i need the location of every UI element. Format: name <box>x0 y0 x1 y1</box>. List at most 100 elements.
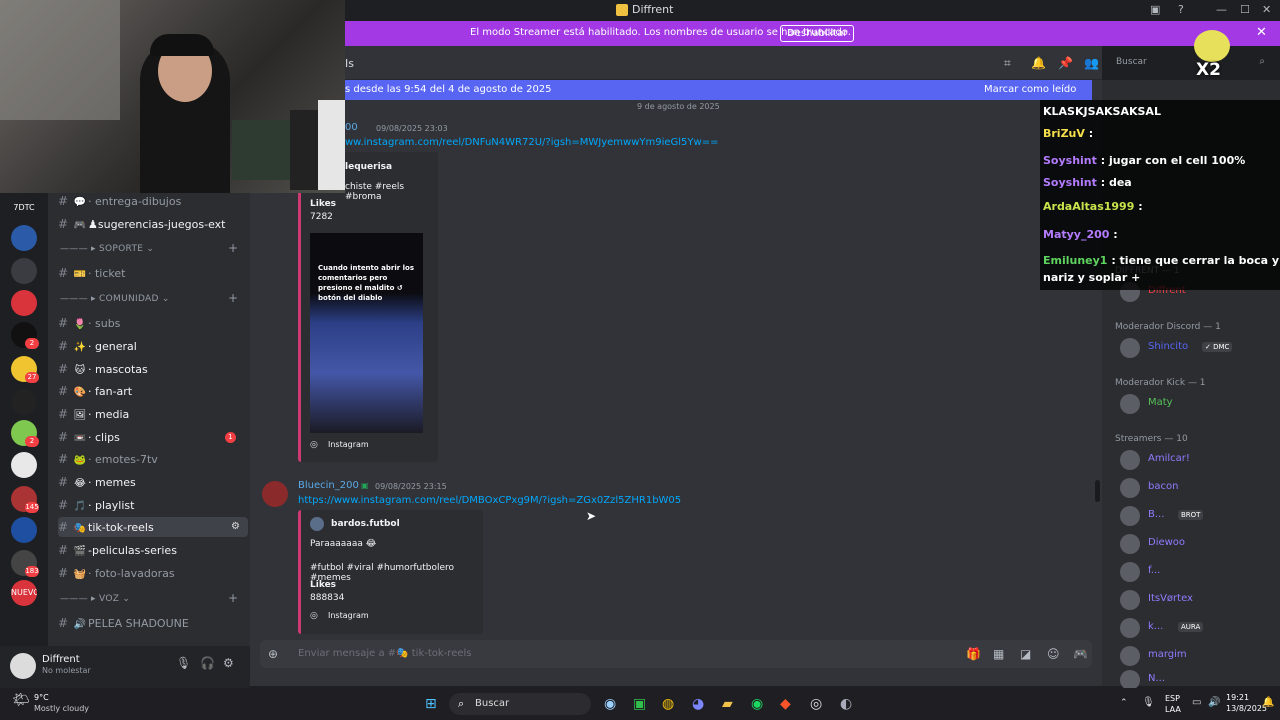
emoji-icon[interactable]: ☺ <box>1047 647 1060 661</box>
embed-author[interactable]: lequerisa <box>345 162 392 172</box>
server-icon[interactable] <box>11 452 37 478</box>
channel-item[interactable]: # 🐱 · mascotas <box>58 359 248 379</box>
close-window-button[interactable]: ✕ <box>1262 3 1271 16</box>
apps-icon[interactable]: 🎮 <box>1073 647 1088 661</box>
category-header[interactable]: ——— ▸ SOPORTE ⌄ <box>60 244 154 254</box>
clock-date[interactable]: 13/8/2025 <box>1226 704 1267 713</box>
inbox-icon[interactable]: ▣ <box>1150 3 1160 16</box>
member-item[interactable]: bacon <box>1120 476 1280 500</box>
member-list-icon[interactable]: 👥 <box>1084 56 1099 70</box>
message-link[interactable]: https://www.instagram.com/reel/DMBOxCPxg… <box>298 495 681 506</box>
member-item[interactable]: Maty <box>1120 392 1280 416</box>
channel-item[interactable]: # 🎬 -peliculas-series <box>58 540 248 560</box>
file-explorer-icon[interactable]: ▰ <box>722 696 733 712</box>
server-icon[interactable] <box>11 290 37 316</box>
member-item[interactable]: B... BROT <box>1120 504 1280 528</box>
gift-icon[interactable]: 🎁 <box>966 647 981 661</box>
channel-item[interactable]: # 🧺 · foto-lavadoras <box>58 563 248 583</box>
threads-icon[interactable]: ⌗ <box>1004 56 1011 71</box>
add-channel-icon[interactable]: + <box>228 241 238 255</box>
member-item[interactable]: Amilcar! <box>1120 448 1280 472</box>
server-icon[interactable] <box>11 225 37 251</box>
clock-time[interactable]: 19:21 <box>1226 693 1249 702</box>
member-item[interactable]: ItsVørtex <box>1120 588 1280 612</box>
server-icon[interactable]: NUEVO <box>11 580 37 606</box>
notifications-icon[interactable]: 🔔 <box>1031 56 1046 70</box>
xbox-icon[interactable]: ▣ <box>633 696 646 712</box>
taskbar-search[interactable]: ⌕ Buscar <box>449 693 591 715</box>
app-icon[interactable]: ◐ <box>840 696 852 712</box>
discord-icon[interactable]: ◕ <box>692 696 704 712</box>
disable-streamer-button[interactable]: Deshabilitar <box>780 25 855 42</box>
message-composer[interactable]: ⊕ Enviar mensaje a #🎭 tik-tok-reels 🎁 ▦ … <box>260 640 1092 668</box>
message-author[interactable]: 00 <box>345 122 358 133</box>
mark-read-button[interactable]: Marcar como leído <box>984 84 1076 95</box>
channel-item[interactable]: # 🔊 PELEA SHADOUNE <box>58 613 248 633</box>
gif-icon[interactable]: ▦ <box>993 647 1004 661</box>
brave-icon[interactable]: ◆ <box>780 696 791 712</box>
sticker-icon[interactable]: ◪ <box>1020 647 1031 661</box>
server-icon[interactable]: 7DTC <box>11 195 37 221</box>
message-author[interactable]: Bluecin_200 <box>298 480 359 491</box>
channel-item[interactable]: # 😂 · memes <box>58 472 248 492</box>
add-attachment-icon[interactable]: ⊕ <box>268 647 278 661</box>
language-code[interactable]: ESP <box>1165 694 1180 703</box>
member-item[interactable]: f... <box>1120 560 1280 584</box>
embed-source: Instagram <box>328 440 369 449</box>
start-icon[interactable]: ⊞ <box>425 696 437 712</box>
steam-icon[interactable]: ◉ <box>604 696 616 712</box>
channel-item[interactable]: # 🎨 · fan-art <box>58 381 248 401</box>
video-thumbnail[interactable]: Cuando intento abrir los comentarios per… <box>310 233 423 433</box>
member-item[interactable]: Diewoo <box>1120 532 1280 556</box>
monitor-icon[interactable]: ▭ <box>1192 697 1201 708</box>
channel-item[interactable]: # 🌷 · subs <box>58 313 248 333</box>
settings-icon[interactable]: ⚙ <box>223 656 234 670</box>
add-channel-icon[interactable]: + <box>228 591 238 605</box>
message-link[interactable]: ww.instagram.com/reel/DNFuN4WR72U/?igsh=… <box>345 137 718 148</box>
member-item[interactable]: margim <box>1120 644 1280 668</box>
channel-item[interactable]: # 📼 · clips 1 <box>58 427 248 447</box>
category-header[interactable]: ——— ▸ VOZ ⌄ <box>60 594 130 604</box>
chevron-up-icon[interactable]: ⌃ <box>1120 698 1128 708</box>
headphones-icon[interactable]: 🎧 <box>200 656 215 670</box>
member-name: N... <box>1148 673 1166 684</box>
channel-emoji: 🎨 <box>73 387 87 399</box>
help-icon[interactable]: ? <box>1178 3 1184 16</box>
embed-author[interactable]: bardos.futbol <box>331 519 400 529</box>
avatar <box>1120 618 1140 638</box>
channel-item[interactable]: # 🎭 tik-tok-reels ⚙ <box>58 517 248 538</box>
channel-item[interactable]: # 🐸 · emotes-7tv <box>58 449 248 469</box>
channel-item[interactable]: # 🎵 · playlist <box>58 495 248 515</box>
channel-item[interactable]: # 💬 · entrega-dibujos <box>58 191 248 211</box>
server-icon[interactable] <box>11 389 37 415</box>
server-icon[interactable] <box>11 258 37 284</box>
chrome-icon[interactable]: ◍ <box>662 696 674 712</box>
minimize-button[interactable]: — <box>1216 3 1227 16</box>
microphone-icon[interactable]: 🎙 <box>176 656 191 670</box>
server-icon[interactable] <box>11 517 37 543</box>
avatar[interactable] <box>10 653 36 679</box>
channel-settings-icon[interactable]: ⚙ <box>231 517 240 537</box>
microphone-icon[interactable]: 🎙 <box>1142 697 1155 708</box>
chat-scrollbar[interactable] <box>1095 480 1100 502</box>
member-item[interactable]: k... AURA <box>1120 616 1280 640</box>
pin-icon[interactable]: 📌 <box>1058 56 1073 70</box>
maximize-button[interactable]: ☐ <box>1240 3 1250 16</box>
channel-item[interactable]: # 🎮 ♟sugerencias-juegos-ext <box>58 214 248 234</box>
channel-item[interactable]: # ✨ · general <box>58 336 248 356</box>
channel-item[interactable]: # 🎫 · ticket <box>58 263 248 283</box>
volume-icon[interactable]: 🔊 <box>1208 697 1220 708</box>
close-icon[interactable]: ✕ <box>1256 25 1267 40</box>
spotify-icon[interactable]: ◉ <box>751 696 763 712</box>
obs-icon[interactable]: ◎ <box>810 696 822 712</box>
layout-code[interactable]: LAA <box>1165 705 1181 714</box>
member-item[interactable]: Shincito ✓ DMC <box>1120 336 1280 360</box>
category-header[interactable]: ——— ▸ COMUNIDAD ⌄ <box>60 294 170 304</box>
weather-temp: 9°C <box>34 693 49 702</box>
channel-item[interactable]: # 🖼 · media <box>58 404 248 424</box>
notification-icon[interactable]: 🔔 <box>1262 697 1274 708</box>
weather-icon[interactable]: 🌤 <box>12 692 30 708</box>
new-messages-bar[interactable]: s desde las 9:54 del 4 de agosto de 2025… <box>345 80 1092 100</box>
avatar[interactable] <box>262 481 288 507</box>
add-channel-icon[interactable]: + <box>228 291 238 305</box>
